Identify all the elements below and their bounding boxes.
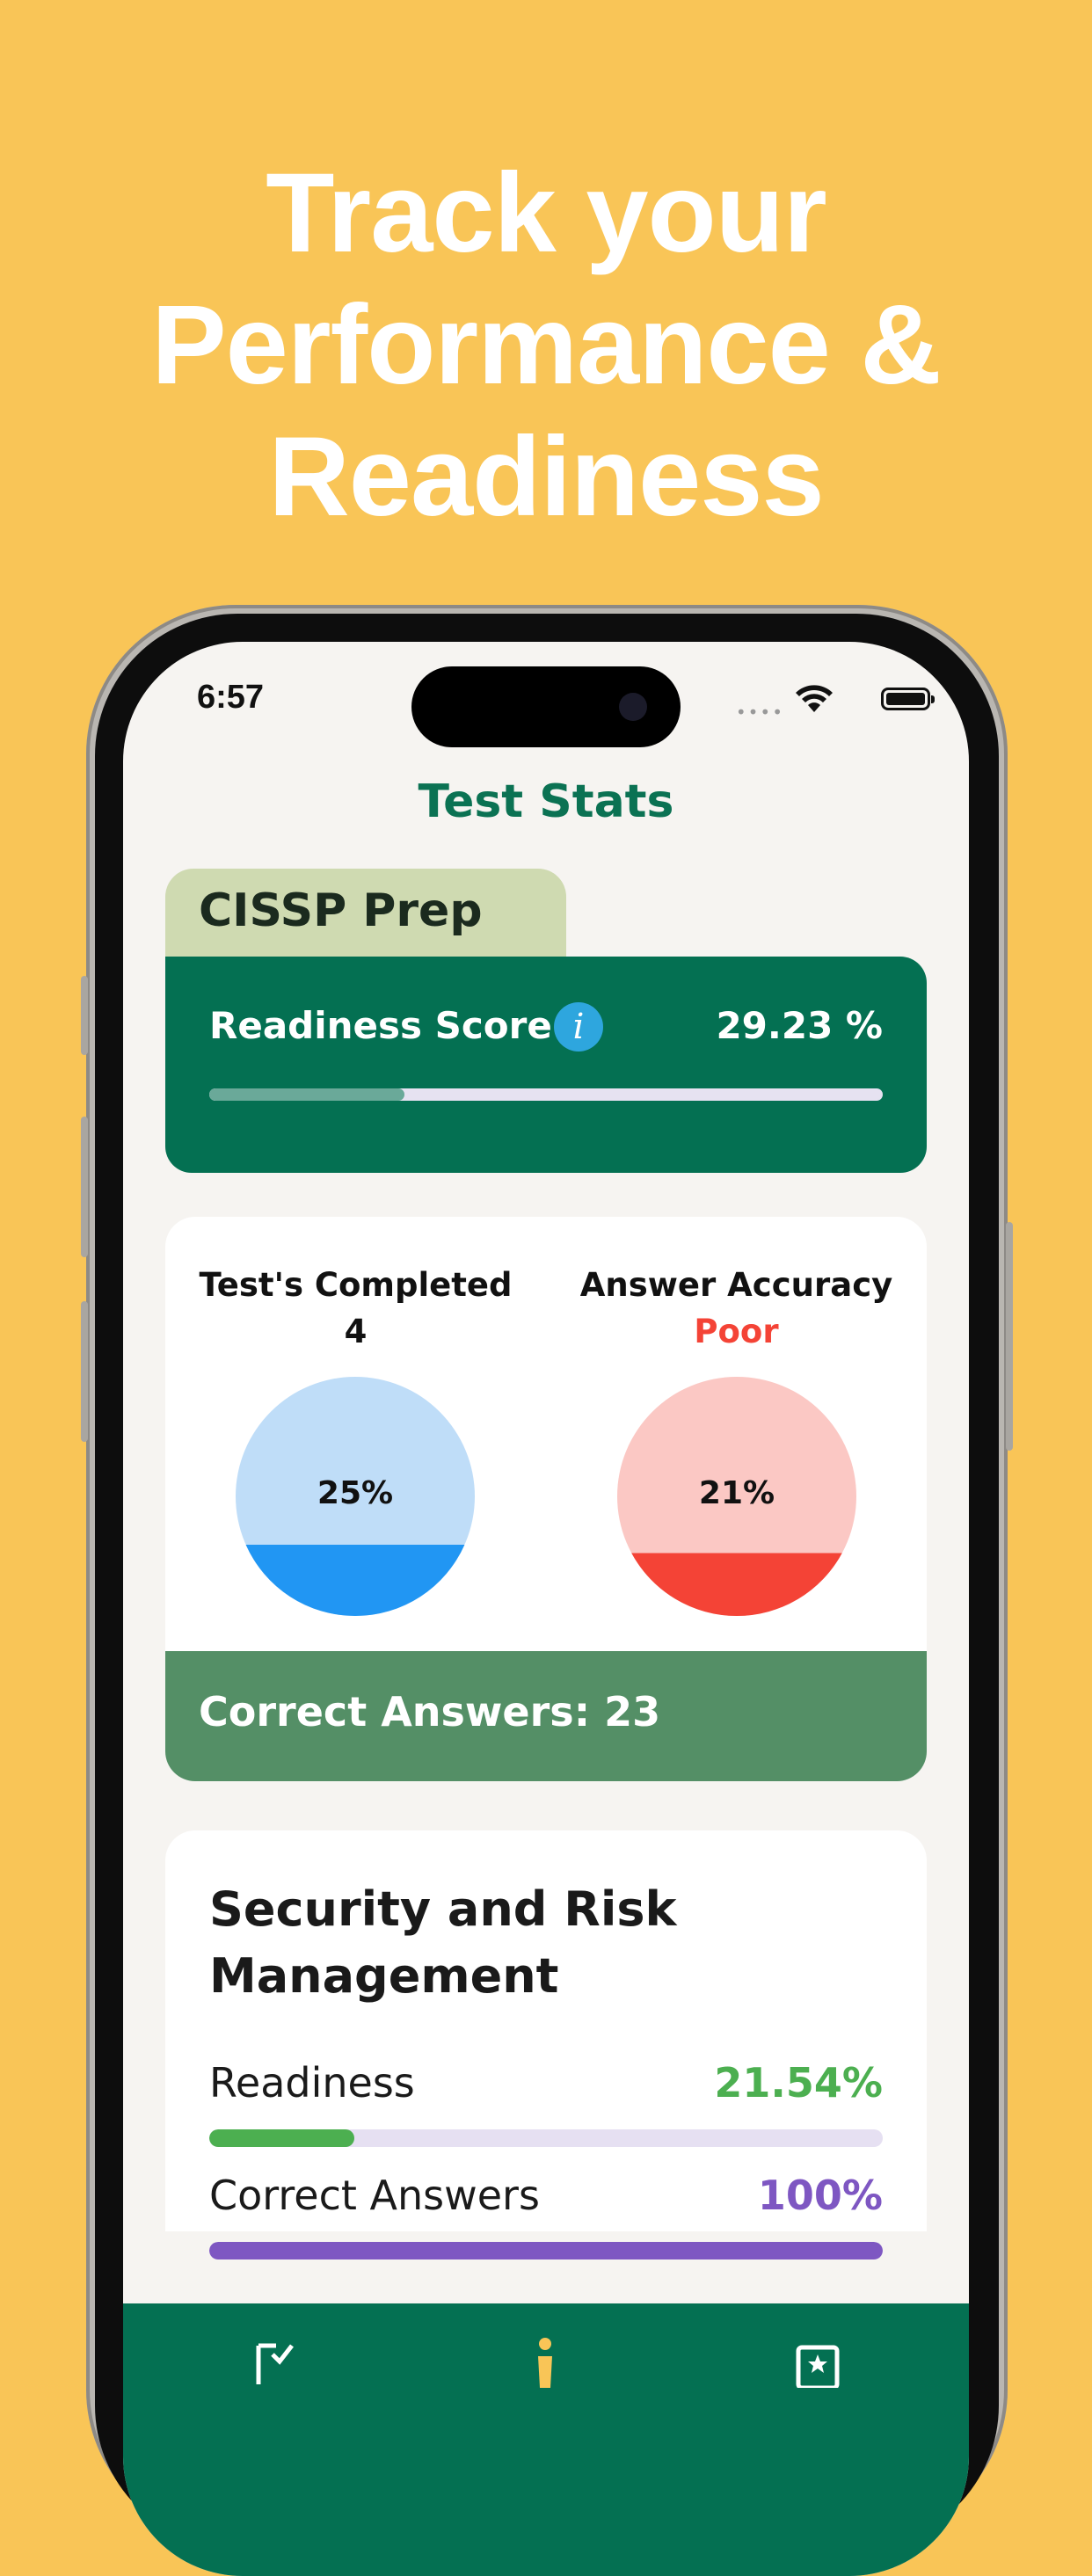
phone-screen: 6:57 •••• Test Stats CISSP Prep Readines… xyxy=(123,642,969,2576)
checklist-icon[interactable] xyxy=(246,2335,299,2388)
tests-completed-pie-fill xyxy=(245,1544,465,1616)
camera-icon xyxy=(619,693,647,721)
correct-answers-banner: Correct Answers: 23 xyxy=(165,1651,927,1781)
topic-title: Security and Risk Management xyxy=(209,1881,677,2004)
answer-accuracy-pie-fill xyxy=(631,1553,842,1616)
exam-tab[interactable]: CISSP Prep xyxy=(165,869,566,965)
headline: Track your Performance & Readiness xyxy=(0,148,1092,543)
stats-card: Test's Completed 4 Answer Accuracy Poor … xyxy=(165,1217,927,1781)
answer-accuracy-value: Poor xyxy=(694,1313,779,1350)
wifi-icon xyxy=(796,685,833,712)
topic-correct-track xyxy=(209,2242,883,2259)
headline-line-3: Readiness xyxy=(268,414,824,540)
dynamic-island xyxy=(411,666,681,747)
tests-completed-value: 4 xyxy=(344,1313,368,1350)
headline-line-2: Performance & xyxy=(151,282,942,408)
tests-completed-stat: Test's Completed 4 xyxy=(165,1266,546,1350)
phone-side-button xyxy=(81,1117,88,1257)
answer-accuracy-stat: Answer Accuracy Poor xyxy=(546,1266,927,1350)
topic-card[interactable]: Security and Risk Management Readiness 2… xyxy=(165,1830,927,2259)
tests-completed-label: Test's Completed xyxy=(199,1266,513,1304)
answer-accuracy-pie: 21% xyxy=(617,1377,856,1616)
topic-correct-label: Correct Answers xyxy=(209,2172,540,2219)
readiness-value: 29.23 % xyxy=(716,1004,883,1047)
headline-line-1: Track your xyxy=(266,150,826,276)
readiness-label: Readiness Score xyxy=(209,1004,552,1047)
readiness-progress-fill xyxy=(209,1088,405,1101)
tests-completed-pie: 25% xyxy=(236,1377,475,1616)
signal-icon: •••• xyxy=(735,702,784,723)
answer-accuracy-label: Answer Accuracy xyxy=(579,1266,893,1304)
person-icon[interactable] xyxy=(519,2335,571,2388)
readiness-card: Readiness Score i 29.23 % xyxy=(165,957,927,1173)
readiness-progress-track xyxy=(209,1088,883,1101)
star-icon[interactable] xyxy=(791,2335,844,2388)
topic-readiness-value: 21.54% xyxy=(714,2059,883,2107)
phone-side-button xyxy=(81,976,88,1055)
status-time: 6:57 xyxy=(197,679,265,716)
topic-readiness-label: Readiness xyxy=(209,2059,415,2107)
page-title: Test Stats xyxy=(418,775,674,828)
answer-accuracy-pie-label: 21% xyxy=(698,1475,775,1511)
tests-completed-pie-label: 25% xyxy=(317,1475,394,1511)
tab-bar xyxy=(123,2303,969,2576)
status-icons: •••• xyxy=(719,684,935,723)
topic-readiness-fill xyxy=(209,2129,354,2147)
battery-icon xyxy=(881,688,935,710)
topic-readiness-track xyxy=(209,2129,883,2147)
topic-correct-value: 100% xyxy=(757,2172,883,2219)
topic-correct-fill xyxy=(209,2242,883,2259)
info-icon[interactable]: i xyxy=(554,1002,603,1052)
phone-side-button xyxy=(1006,1222,1013,1451)
phone-side-button xyxy=(81,1301,88,1442)
